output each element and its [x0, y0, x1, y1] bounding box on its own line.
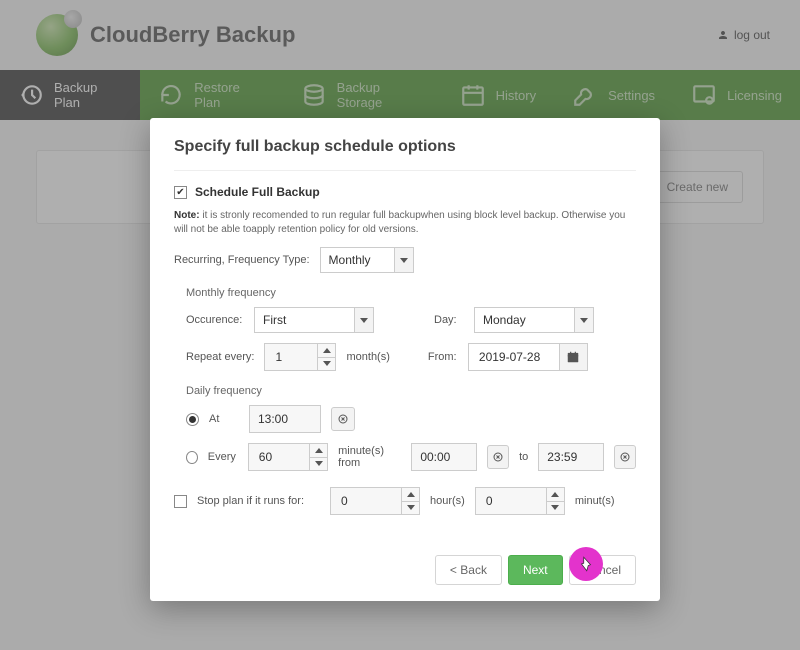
- every-to-clear-button[interactable]: [614, 445, 636, 469]
- from-date-input[interactable]: 2019-07-28: [468, 343, 588, 371]
- calendar-picker-icon[interactable]: [559, 344, 587, 370]
- every-unit: minute(s) from: [338, 445, 401, 469]
- stop-minutes-spinner[interactable]: 0: [475, 487, 565, 515]
- every-spinner[interactable]: 60: [248, 443, 328, 471]
- schedule-modal: Specify full backup schedule options Sch…: [150, 118, 660, 601]
- recurring-label: Recurring, Frequency Type:: [174, 254, 310, 266]
- stop-hours-unit: hour(s): [430, 495, 465, 507]
- stop-minutes-unit: minut(s): [575, 495, 615, 507]
- repeat-unit: month(s): [346, 351, 389, 363]
- at-label: At: [209, 413, 239, 425]
- monthly-section-title: Monthly frequency: [186, 287, 636, 299]
- repeat-label: Repeat every:: [186, 351, 254, 363]
- day-label: Day:: [434, 314, 464, 326]
- every-to-input[interactable]: 23:59: [538, 443, 604, 471]
- every-to-label: to: [519, 451, 528, 463]
- modal-title: Specify full backup schedule options: [174, 138, 636, 156]
- every-from-clear-button[interactable]: [487, 445, 509, 469]
- day-select[interactable]: Monday: [474, 307, 594, 333]
- at-radio[interactable]: [186, 413, 199, 426]
- cursor-highlight-icon: [569, 547, 603, 581]
- occurence-label: Occurence:: [186, 314, 244, 326]
- from-label: From:: [428, 351, 458, 363]
- stop-plan-label: Stop plan if it runs for:: [197, 495, 304, 507]
- note-text: Note: it is stronly recomended to run re…: [174, 209, 636, 237]
- daily-section-title: Daily frequency: [186, 385, 636, 397]
- every-label: Every: [208, 451, 238, 463]
- next-button[interactable]: Next: [508, 555, 563, 585]
- stop-plan-checkbox[interactable]: [174, 495, 187, 508]
- every-radio[interactable]: [186, 451, 198, 464]
- schedule-full-backup-label: Schedule Full Backup: [195, 185, 320, 199]
- recurring-select[interactable]: Monthly: [320, 247, 414, 273]
- stop-hours-spinner[interactable]: 0: [330, 487, 420, 515]
- every-from-input[interactable]: 00:00: [411, 443, 477, 471]
- back-button[interactable]: < Back: [435, 555, 502, 585]
- occurence-select[interactable]: First: [254, 307, 374, 333]
- modal-footer: < Back Next Cancel: [174, 555, 636, 585]
- at-time-clear-button[interactable]: [331, 407, 355, 431]
- at-time-input[interactable]: 13:00: [249, 405, 321, 433]
- schedule-full-backup-checkbox[interactable]: [174, 186, 187, 199]
- repeat-every-spinner[interactable]: 1: [264, 343, 336, 371]
